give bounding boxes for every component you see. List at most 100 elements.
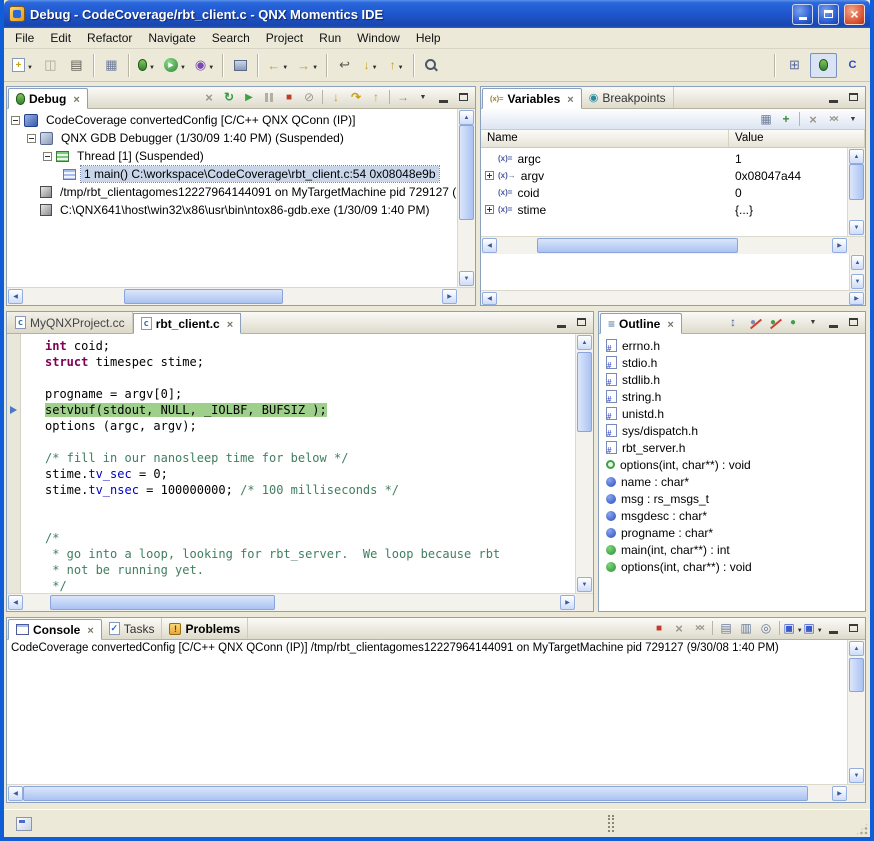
detail-horizontal-scrollbar[interactable] (481, 290, 865, 305)
profile-launch-button[interactable] (191, 53, 218, 78)
view-menu-button[interactable] (414, 88, 432, 106)
tab-variables[interactable]: Variables (482, 88, 582, 109)
clear-console-button[interactable] (717, 619, 735, 637)
scroll-down-icon[interactable] (851, 274, 864, 289)
display-console-button[interactable] (784, 619, 802, 637)
minimize-view-button[interactable] (824, 88, 842, 106)
menu-edit[interactable]: Edit (42, 29, 79, 47)
menu-help[interactable]: Help (408, 29, 449, 47)
column-value[interactable]: Value (729, 130, 865, 147)
code-line-current[interactable]: setvbuf(stdout, NULL, _IOLBF, BUFSIZ ); (45, 402, 575, 418)
menu-file[interactable]: File (7, 29, 42, 47)
editor-horizontal-scrollbar[interactable] (7, 593, 593, 611)
code-line[interactable] (45, 370, 575, 386)
remove-all-button[interactable] (824, 110, 842, 128)
debug-tree-item-process[interactable]: /tmp/rbt_clientagomes12227964144091 on M… (7, 183, 457, 201)
previous-annotation-button[interactable] (384, 53, 409, 78)
terminate-button[interactable] (650, 619, 668, 637)
open-perspective-button[interactable] (781, 53, 808, 78)
restore-button[interactable] (818, 4, 839, 25)
code-line[interactable]: */ (45, 578, 575, 593)
scroll-down-icon[interactable] (849, 768, 864, 783)
minimize-view-button[interactable] (434, 88, 452, 106)
build-button[interactable] (99, 53, 124, 78)
menu-search[interactable]: Search (204, 29, 258, 47)
detail-vertical-scrollbar[interactable] (849, 254, 865, 290)
outline-item[interactable]: stdio.h (599, 354, 865, 371)
collapse-toggle[interactable] (43, 152, 52, 161)
maximize-view-button[interactable] (572, 313, 590, 331)
maximize-view-button[interactable] (454, 88, 472, 106)
titlebar[interactable]: Debug - CodeCoverage/rbt_client.c - QNX … (4, 0, 870, 28)
outline-item[interactable]: errno.h (599, 337, 865, 354)
scroll-right-icon[interactable] (832, 238, 847, 253)
scroll-lock-button[interactable] (737, 619, 755, 637)
expand-toggle[interactable] (485, 205, 494, 214)
scroll-left-icon[interactable] (8, 289, 23, 304)
link-with-editor-button[interactable] (784, 313, 802, 331)
new-wizard-button[interactable] (8, 53, 37, 78)
scroll-left-icon[interactable] (482, 292, 497, 305)
show-type-names-button[interactable] (757, 110, 775, 128)
debug-launch-button[interactable] (134, 53, 159, 78)
menu-run[interactable]: Run (311, 29, 349, 47)
debug-tree-item-thread[interactable]: Thread [1] (Suspended) (7, 147, 457, 165)
debug-horizontal-scrollbar[interactable] (7, 287, 475, 305)
code-line[interactable] (45, 434, 575, 450)
outline-item[interactable]: options(int, char**) : void (599, 558, 865, 575)
variables-vertical-scrollbar[interactable] (847, 148, 865, 236)
menu-navigate[interactable]: Navigate (140, 29, 203, 47)
close-tab-icon[interactable] (564, 92, 573, 106)
outline-item[interactable]: string.h (599, 388, 865, 405)
code-editor[interactable]: int coid; struct timespec stime; prognam… (21, 334, 575, 593)
scroll-right-icon[interactable] (442, 289, 457, 304)
outline-item[interactable]: stdlib.h (599, 371, 865, 388)
save-button[interactable] (38, 53, 63, 78)
instruction-stepping-button[interactable] (394, 88, 412, 106)
annotation-ruler[interactable] (7, 334, 21, 593)
outline-item[interactable]: main(int, char**) : int (599, 541, 865, 558)
outline-item[interactable]: progname : char* (599, 524, 865, 541)
close-tab-icon[interactable] (84, 623, 93, 637)
code-line[interactable]: stime.tv_nsec = 100000000; /* 100 millis… (45, 482, 575, 498)
code-line[interactable] (45, 514, 575, 530)
code-line[interactable] (45, 498, 575, 514)
back-button[interactable] (263, 53, 292, 78)
close-tab-icon[interactable] (224, 317, 233, 331)
code-line[interactable]: /* (45, 530, 575, 546)
variable-row-argc[interactable]: argc 1 (481, 150, 847, 167)
scroll-left-icon[interactable] (482, 238, 497, 253)
code-line[interactable]: int coid; (45, 338, 575, 354)
scrollbar-thumb[interactable] (577, 352, 592, 432)
cpp-perspective-button[interactable] (839, 53, 866, 78)
code-line[interactable]: * not be running yet. (45, 562, 575, 578)
variable-row-stime[interactable]: stime {...} (481, 201, 847, 218)
pin-console-button[interactable] (757, 619, 775, 637)
maximize-view-button[interactable] (844, 619, 862, 637)
scrollbar-thumb[interactable] (459, 125, 474, 220)
minimize-view-button[interactable] (552, 313, 570, 331)
tab-console[interactable]: Console (8, 619, 102, 640)
step-over-button[interactable] (347, 88, 365, 106)
tab-problems[interactable]: Problems (162, 618, 248, 639)
collapse-toggle[interactable] (11, 116, 20, 125)
maximize-view-button[interactable] (844, 88, 862, 106)
next-annotation-button[interactable] (358, 53, 383, 78)
maximize-view-button[interactable] (844, 313, 862, 331)
scroll-up-icon[interactable] (849, 149, 864, 164)
sort-button[interactable] (724, 313, 742, 331)
print-button[interactable] (64, 53, 89, 78)
scroll-left-icon[interactable] (8, 595, 23, 610)
scrollbar-thumb[interactable] (537, 238, 738, 253)
debug-perspective-button[interactable] (810, 53, 837, 78)
code-line[interactable]: * go into a loop, looking for rbt_server… (45, 546, 575, 562)
trim-separator[interactable] (608, 815, 614, 832)
menu-window[interactable]: Window (349, 29, 408, 47)
debug-tree-item-gdb-process[interactable]: C:\QNX641\host\win32\x86\usr\bin\ntox86-… (7, 201, 457, 219)
fast-view-icon[interactable] (16, 817, 32, 831)
editor-tab-myqnxproject[interactable]: MyQNXProject.cc (8, 312, 133, 333)
minimize-button[interactable] (792, 4, 813, 25)
relaunch-button[interactable] (220, 88, 238, 106)
tab-tasks[interactable]: Tasks (102, 618, 163, 639)
search-button[interactable] (419, 53, 444, 78)
